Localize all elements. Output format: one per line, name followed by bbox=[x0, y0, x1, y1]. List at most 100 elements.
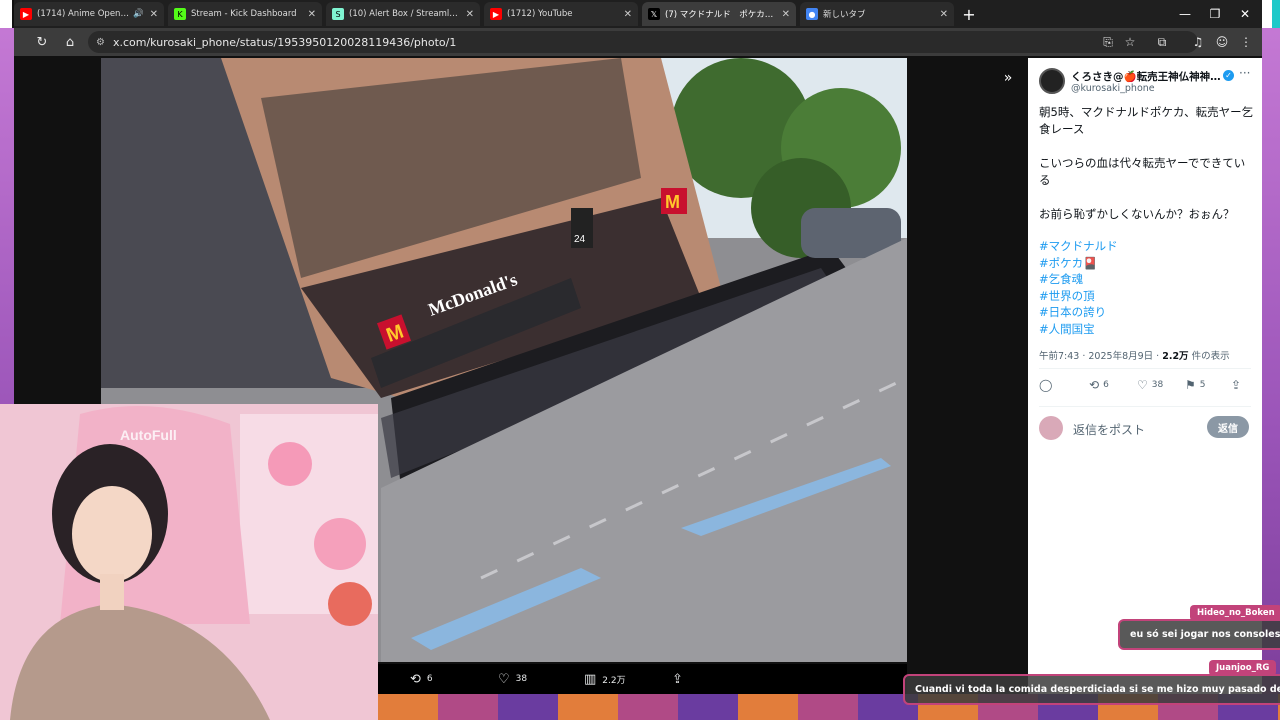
views-chart-icon: ▥ bbox=[584, 671, 597, 687]
heart-icon: ♡ bbox=[498, 671, 510, 687]
retweet-icon: ⟲ bbox=[410, 671, 421, 687]
restore-icon[interactable]: ❐ bbox=[1200, 2, 1230, 26]
tab-label: (1714) Anime Openings & E bbox=[37, 9, 129, 19]
tab-x-search[interactable]: 𝕏 (7) マクドナルド ポケカ - 検索 / X ✕ bbox=[642, 2, 796, 26]
tab-label: (7) マクドナルド ポケカ - 検索 / X bbox=[665, 10, 776, 20]
tab-label: Stream - Kick Dashboard bbox=[191, 9, 297, 19]
youtube-icon: ▶ bbox=[20, 8, 32, 20]
hashtag-link[interactable]: #日本の誇り bbox=[1039, 304, 1118, 321]
reply-icon: ◯ bbox=[1039, 378, 1053, 392]
bookmark-button[interactable]: ⚑ 5 bbox=[1185, 378, 1206, 392]
tweet-stats: ◯ ⟲ 6 ♡ 38 ⚑ 5 ⇪ bbox=[1039, 378, 1251, 398]
address-bar[interactable]: ⚙ x.com/kurosaki_phone/status/1953950120… bbox=[88, 31, 1198, 53]
x-icon: 𝕏 bbox=[648, 8, 660, 20]
tab-streamlabs[interactable]: S (10) Alert Box / Streamlabs ✕ bbox=[326, 2, 480, 26]
reply-composer: 返信をポスト 返信 bbox=[1039, 416, 1251, 444]
menu-kebab-icon[interactable]: ⋮ bbox=[1234, 30, 1258, 54]
bookmark-star-icon[interactable]: ☆ bbox=[1118, 30, 1142, 54]
hashtag-link[interactable]: #マクドナルド bbox=[1039, 238, 1118, 255]
home-icon[interactable]: ⌂ bbox=[58, 30, 82, 54]
author-handle[interactable]: @kurosaki_phone bbox=[1071, 83, 1155, 94]
close-icon[interactable]: ✕ bbox=[144, 9, 158, 20]
expand-sidebar-icon[interactable]: » bbox=[996, 66, 1020, 90]
kick-icon: K bbox=[174, 8, 186, 20]
retweet-icon: ⟲ bbox=[1089, 378, 1100, 392]
tweet-sidebar: くろさき@🍎転売王神仏神神… ✓ ··· @kurosaki_phone 朝5時… bbox=[1028, 58, 1262, 694]
retweet-button[interactable]: ⟲ 6 bbox=[1089, 378, 1109, 392]
chat-text: eu só sei jogar nos consoles bbox=[1118, 619, 1280, 650]
retweet-button[interactable]: ⟲ 6 bbox=[410, 672, 433, 687]
verified-badge-icon: ✓ bbox=[1223, 70, 1234, 81]
webcam-feed: AutoFull bbox=[0, 404, 378, 720]
share-icon: ⇪ bbox=[672, 671, 683, 687]
chat-text: Cuandi vi toda la comida desperdiciada s… bbox=[903, 674, 1280, 705]
retweet-count: 6 bbox=[1103, 380, 1109, 390]
svg-text:M: M bbox=[665, 192, 680, 212]
hashtag-link[interactable]: #乞食魂 bbox=[1039, 271, 1118, 288]
new-tab-button[interactable]: + bbox=[959, 4, 979, 24]
tweet-text-line: 朝5時、マクドナルドポケカ、転売ヤー乞食レース bbox=[1039, 105, 1254, 136]
install-app-icon[interactable]: ⎘ bbox=[1096, 30, 1120, 54]
close-icon[interactable]: ✕ bbox=[934, 9, 948, 20]
reload-icon[interactable]: ↻ bbox=[30, 30, 54, 54]
tab-label: (10) Alert Box / Streamlabs bbox=[349, 9, 460, 19]
tab-new-tab[interactable]: ● 新しいタブ ✕ bbox=[800, 2, 954, 26]
chrome-icon: ● bbox=[806, 8, 818, 20]
tab-youtube[interactable]: ▶ (1712) YouTube ✕ bbox=[484, 2, 638, 26]
tweet-text-line: お前ら恥ずかしくないんか？おぉん？ bbox=[1039, 207, 1235, 221]
bookmark-icon: ⚑ bbox=[1185, 378, 1196, 392]
share-button[interactable]: ⇪ bbox=[672, 672, 683, 687]
photo-action-bar: ⟲ 6 ♡ 38 ▥ 2.2万 ⇪ bbox=[378, 664, 907, 694]
views-number: 2.2万 bbox=[1162, 351, 1189, 362]
close-icon[interactable]: ✕ bbox=[618, 9, 632, 20]
close-icon[interactable]: ✕ bbox=[460, 9, 474, 20]
close-window-icon[interactable]: ✕ bbox=[1230, 2, 1260, 26]
like-count: 38 bbox=[1151, 380, 1164, 390]
stream-overlay-root: ▶ (1714) Anime Openings & E 🔊 ✕ K Stream… bbox=[0, 0, 1280, 720]
reply-submit-button[interactable]: 返信 bbox=[1207, 416, 1249, 438]
share-icon: ⇪ bbox=[1231, 378, 1242, 392]
like-count: 38 bbox=[515, 674, 528, 684]
close-icon[interactable]: ✕ bbox=[776, 9, 790, 20]
youtube-icon: ▶ bbox=[490, 8, 502, 20]
audio-icon[interactable]: 🔊 bbox=[133, 9, 144, 19]
media-controls-icon[interactable]: ♫ bbox=[1186, 30, 1210, 54]
views-label: 件の表示 bbox=[1188, 351, 1230, 362]
profile-avatar-icon[interactable]: ☺ bbox=[1210, 30, 1234, 54]
streamlabs-icon: S bbox=[332, 8, 344, 20]
site-info-icon[interactable]: ⚙ bbox=[96, 37, 105, 48]
reply-button[interactable]: ◯ bbox=[1039, 378, 1056, 392]
reply-input[interactable]: 返信をポスト bbox=[1073, 421, 1145, 438]
heart-icon: ♡ bbox=[1137, 378, 1148, 392]
views-button[interactable]: ▥ 2.2万 bbox=[584, 672, 626, 687]
tab-label: (1712) YouTube bbox=[507, 9, 573, 19]
views-count: 2.2万 bbox=[602, 675, 626, 686]
share-button[interactable]: ⇪ bbox=[1231, 378, 1241, 392]
hashtag-list: #マクドナルド #ポケカ🎴 #乞食魂 #世界の頂 #日本の誇り #人間国宝 bbox=[1039, 238, 1118, 337]
tweet-author: くろさき@🍎転売王神仏神神… ✓ ··· @kurosaki_phone bbox=[1039, 66, 1253, 96]
close-icon[interactable]: ✕ bbox=[302, 9, 316, 20]
avatar[interactable] bbox=[1039, 68, 1065, 94]
tweet-text: 朝5時、マクドナルドポケカ、転売ヤー乞食レース こいつらの血は代々転売ヤーででき… bbox=[1039, 104, 1255, 240]
hashtag-link[interactable]: #人間国宝 bbox=[1039, 321, 1118, 338]
extensions-icon[interactable]: ⧉ bbox=[1150, 30, 1174, 54]
tab-bar: ▶ (1714) Anime Openings & E 🔊 ✕ K Stream… bbox=[14, 0, 1262, 28]
tweet-text-line: こいつらの血は代々転売ヤーでできている bbox=[1039, 156, 1246, 187]
tab-kick-dashboard[interactable]: K Stream - Kick Dashboard ✕ bbox=[168, 2, 322, 26]
divider bbox=[1039, 406, 1251, 407]
more-options-icon[interactable]: ··· bbox=[1239, 66, 1250, 80]
tweet-meta: 午前7:43 · 2025年8月9日 · 2.2万 件の表示 bbox=[1039, 348, 1230, 362]
author-name[interactable]: くろさき@🍎転売王神仏神神… bbox=[1071, 69, 1221, 84]
like-button[interactable]: ♡ 38 bbox=[1137, 378, 1163, 392]
divider bbox=[1039, 368, 1251, 369]
like-button[interactable]: ♡ 38 bbox=[498, 672, 527, 687]
avatar bbox=[1039, 416, 1063, 440]
hashtag-link[interactable]: #世界の頂 bbox=[1039, 288, 1118, 305]
retweet-count: 6 bbox=[426, 674, 433, 684]
bookmark-count: 5 bbox=[1199, 380, 1206, 390]
minimize-icon[interactable]: — bbox=[1170, 2, 1200, 26]
tweet-timestamp[interactable]: 午前7:43 · 2025年8月9日 · bbox=[1039, 351, 1162, 362]
hashtag-link[interactable]: #ポケカ🎴 bbox=[1039, 255, 1118, 272]
tab-anime-openings[interactable]: ▶ (1714) Anime Openings & E 🔊 ✕ bbox=[14, 2, 164, 26]
url-text: x.com/kurosaki_phone/status/195395012002… bbox=[112, 35, 457, 49]
